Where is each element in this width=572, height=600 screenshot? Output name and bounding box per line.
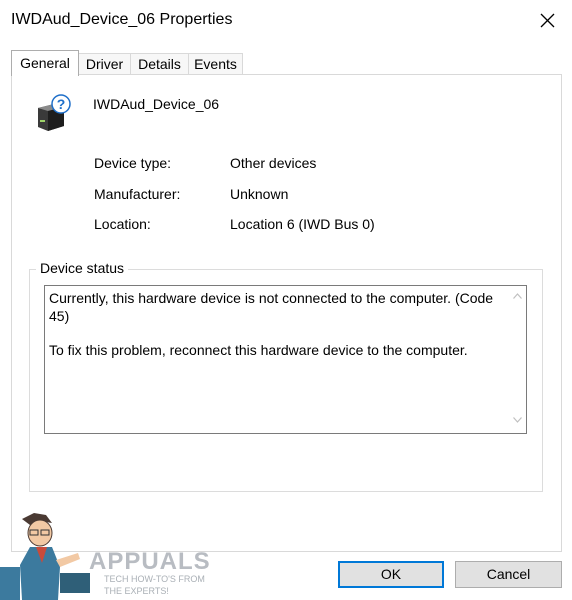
tab-general[interactable]: General [11, 50, 79, 76]
tab-events[interactable]: Events [188, 53, 243, 75]
device-name: IWDAud_Device_06 [93, 96, 220, 112]
unknown-device-icon: ? [38, 94, 71, 131]
status-line: Currently, this hardware device is not c… [49, 290, 494, 324]
watermark-tagline: TECH HOW-TO'S FROM [104, 574, 205, 584]
scroll-down-icon[interactable] [513, 417, 522, 423]
tab-strip: General Driver Details Events [11, 50, 571, 76]
watermark-brand: APPUALS [89, 548, 211, 575]
device-type-value: Other devices [230, 155, 317, 171]
tab-driver[interactable]: Driver [78, 53, 131, 75]
location-value: Location 6 (IWD Bus 0) [230, 216, 375, 232]
manufacturer-label: Manufacturer: [94, 186, 181, 202]
scroll-up-icon[interactable] [513, 293, 522, 299]
close-button[interactable] [528, 4, 568, 36]
status-line: To fix this problem, reconnect this hard… [49, 342, 468, 358]
device-status-text: Currently, this hardware device is not c… [49, 289, 505, 375]
cancel-button[interactable]: Cancel [455, 561, 562, 588]
vertical-scrollbar[interactable] [509, 286, 526, 433]
properties-dialog: IWDAud_Device_06 Properties General Driv… [0, 0, 572, 600]
device-status-textbox[interactable]: Currently, this hardware device is not c… [44, 285, 527, 434]
device-type-label: Device type: [94, 155, 172, 171]
device-status-legend: Device status [36, 260, 129, 276]
location-label: Location: [94, 216, 151, 232]
window-title: IWDAud_Device_06 Properties [11, 11, 233, 28]
svg-text:?: ? [57, 96, 66, 112]
close-icon [540, 13, 555, 28]
watermark-tagline: THE EXPERTS! [104, 586, 169, 596]
manufacturer-value: Unknown [230, 186, 289, 202]
title-bar[interactable]: IWDAud_Device_06 Properties [0, 0, 572, 42]
ok-button[interactable]: OK [338, 561, 444, 588]
tab-details[interactable]: Details [130, 53, 189, 75]
